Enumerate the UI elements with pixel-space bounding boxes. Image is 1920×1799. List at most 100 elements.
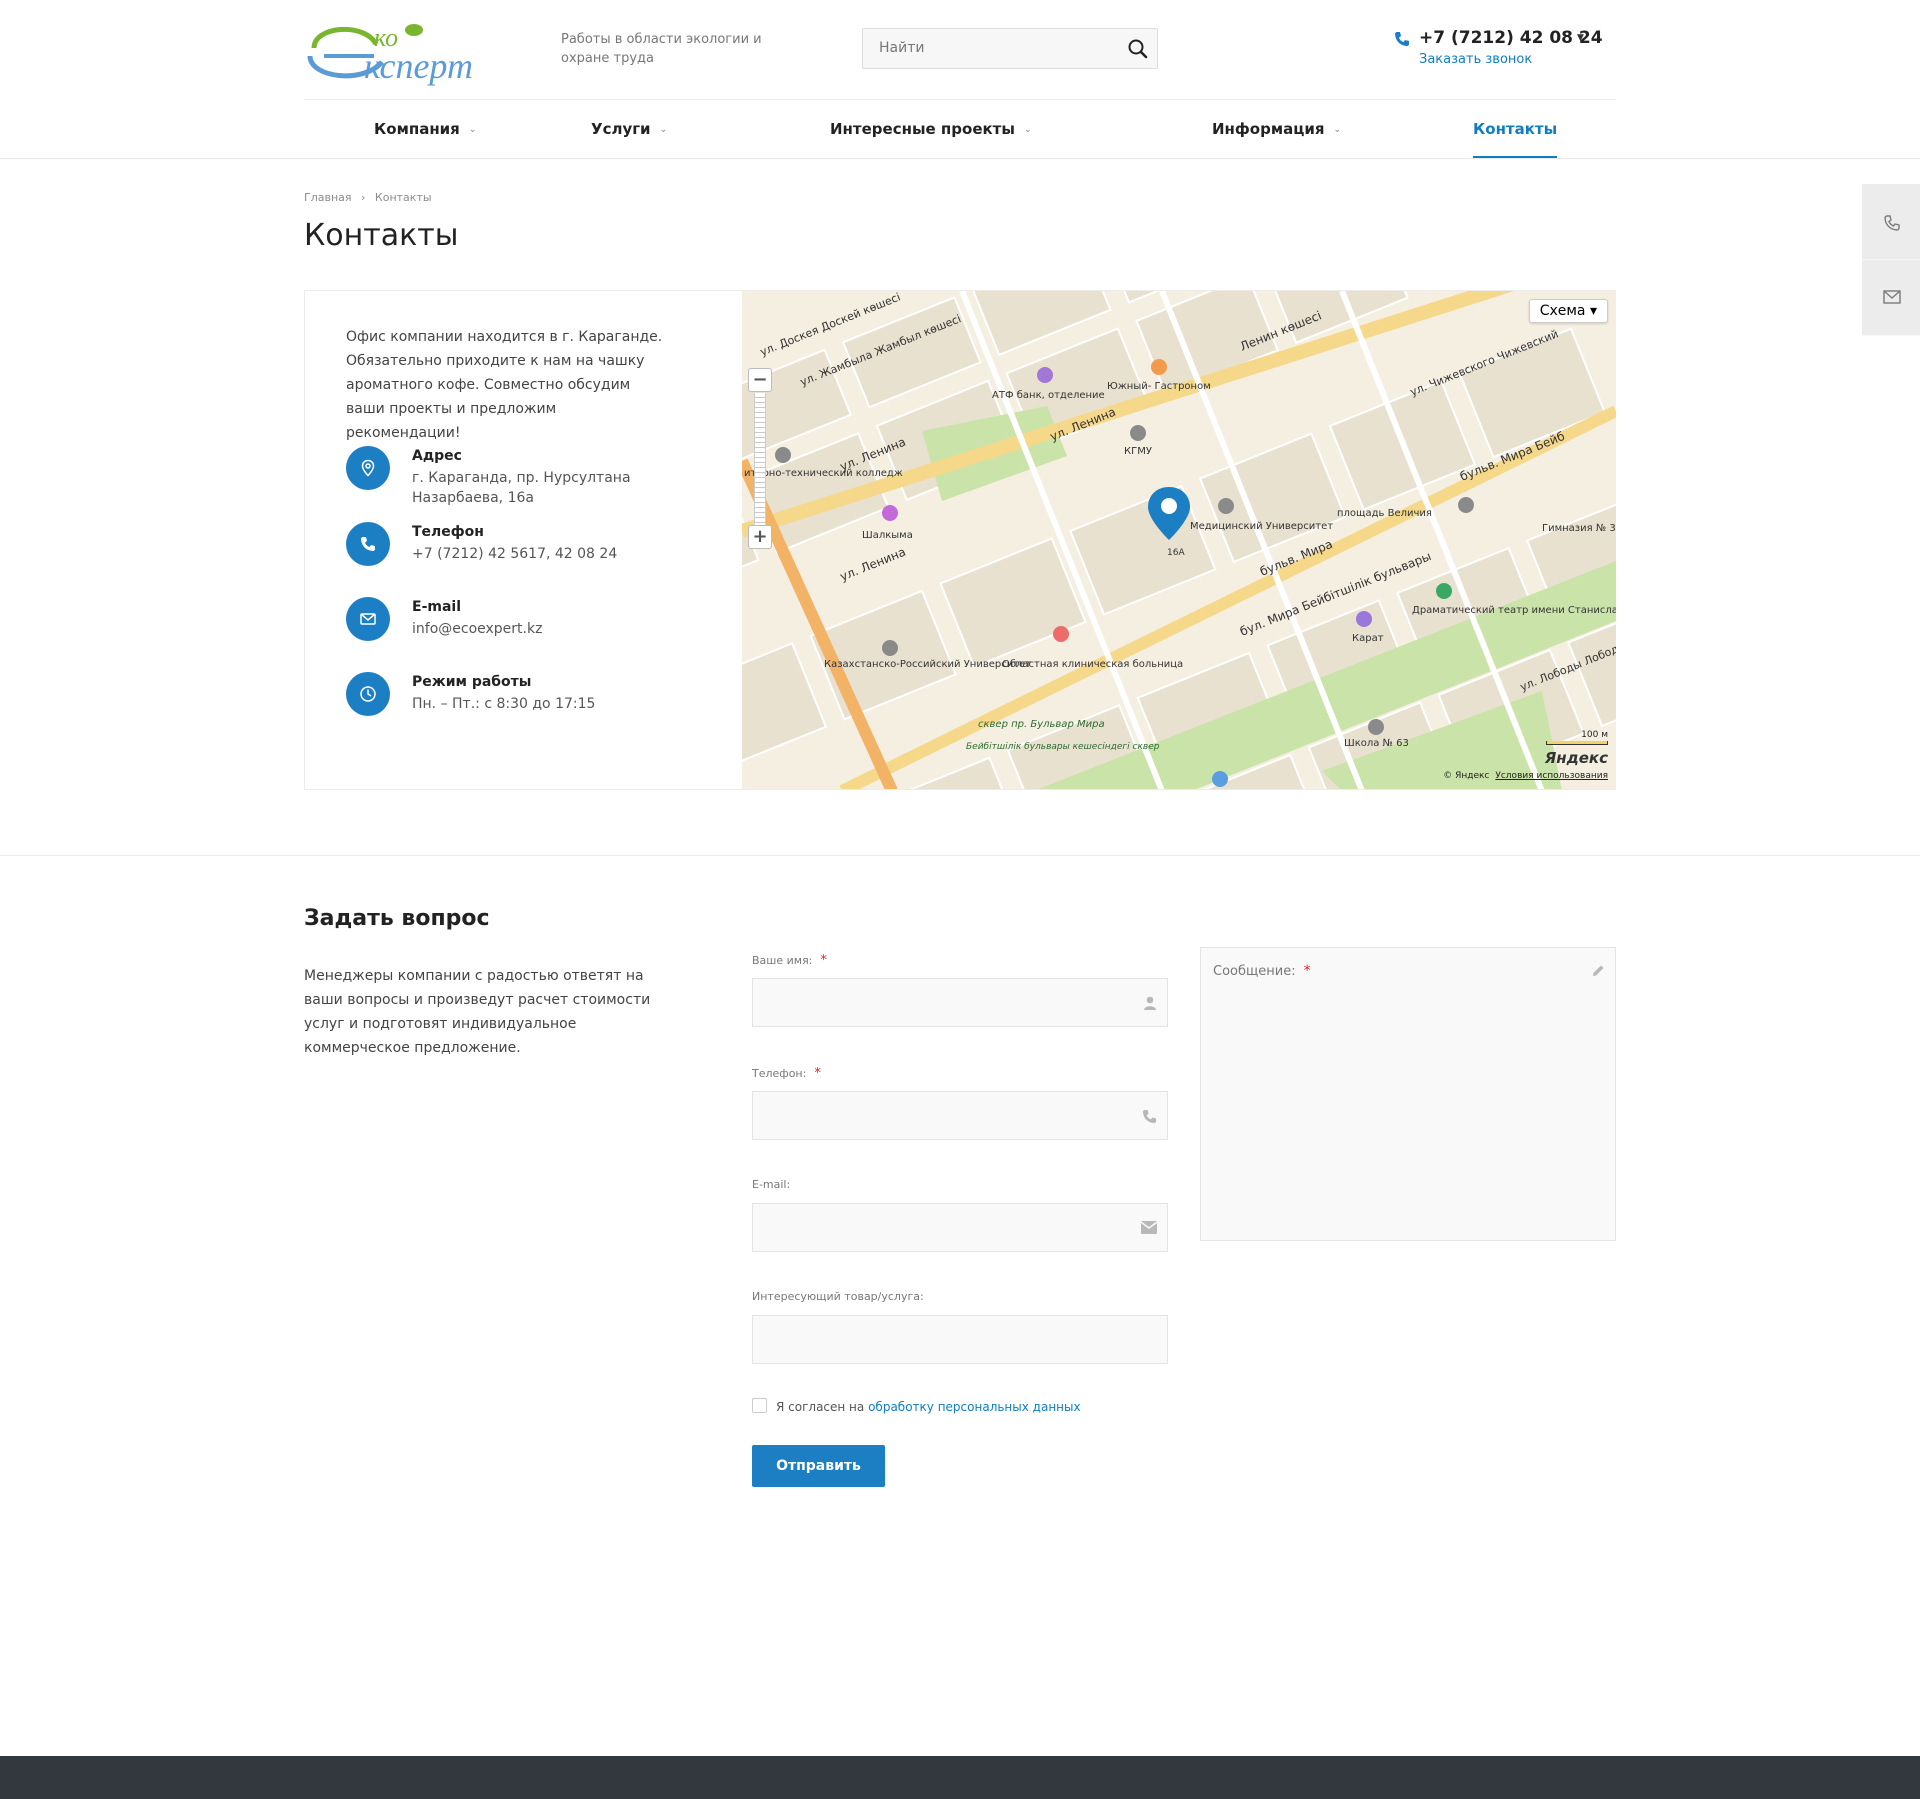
map-copyright: © Яндекс (1443, 771, 1490, 781)
consent-label: Я согласен на обработку персональных дан… (776, 1400, 1081, 1414)
phone-icon (1394, 31, 1410, 47)
search-input[interactable] (877, 39, 1117, 57)
name-field[interactable] (752, 978, 1168, 1027)
mail-icon (1883, 290, 1901, 304)
logo-graphic: ко ксперт (307, 23, 473, 86)
map-poi-label: КГМУ (1124, 446, 1152, 457)
caret-down-icon[interactable]: ▼ (1577, 33, 1584, 43)
submit-button[interactable]: Отправить (752, 1445, 885, 1487)
map-type-label: Схема (1539, 303, 1586, 319)
email-label: E-mail: (752, 1178, 790, 1191)
message-label: Сообщение: * (1213, 963, 1311, 979)
mail-icon (1141, 1221, 1157, 1234)
name-label-text: Ваше имя: (752, 954, 813, 967)
header-tagline: Работы в области экологии и охране труда (561, 32, 762, 66)
service-field[interactable] (752, 1315, 1168, 1364)
phone-icon (346, 522, 390, 566)
contact-value[interactable]: info@ecoexpert.kz (412, 619, 662, 639)
nav-label: Информация (1212, 120, 1325, 138)
chevron-down-icon: ⌄ (1333, 125, 1342, 135)
nav-item-information[interactable]: Информация ⌄ (1212, 100, 1341, 158)
required-mark: * (814, 1066, 821, 1081)
map-poi-label: сквер пр. Бульвар Мира (978, 719, 1105, 730)
side-callback-button[interactable] (1862, 184, 1920, 260)
logo[interactable]: ко ксперт (304, 18, 504, 88)
yandex-logo[interactable]: Яндекс (1545, 749, 1608, 767)
breadcrumb-separator-icon: › (361, 191, 366, 204)
map-poi-label: Гимназия № 3 (1542, 523, 1616, 534)
map-poi-label: Бейбітшілік бульвары кешесіндегі сквер (966, 742, 1160, 752)
nav-divider (0, 158, 1920, 159)
section-divider (0, 855, 1920, 856)
map-poi-label: Южный- Гастроном (1107, 381, 1211, 392)
breadcrumb-home[interactable]: Главная (304, 191, 352, 204)
contact-value: г. Караганда, пр. Нурсултана Назарбаева,… (412, 470, 631, 506)
map-poi-label: АТФ банк, отделение (992, 390, 1105, 401)
map-type-button[interactable]: Схема ▾ (1528, 299, 1608, 323)
footer (0, 1756, 1920, 1799)
phone-input[interactable] (753, 1092, 1167, 1139)
nav-item-projects[interactable]: Интересные проекты ⌄ (830, 100, 1031, 158)
contact-title: Телефон (412, 524, 484, 540)
ask-description: Менеджеры компании с радостью ответят на… (304, 968, 651, 1056)
nav-item-company[interactable]: Компания ⌄ (374, 100, 476, 158)
chevron-down-icon: ⌄ (1023, 125, 1032, 135)
page-title: Контакты (304, 218, 459, 253)
name-input[interactable] (753, 979, 1167, 1026)
callback-link[interactable]: Заказать звонок (1419, 52, 1532, 67)
required-mark: * (1303, 963, 1311, 979)
breadcrumb: Главная › Контакты (304, 191, 438, 204)
email-input[interactable] (753, 1204, 1167, 1251)
search-box[interactable] (862, 28, 1158, 69)
search-icon[interactable] (1127, 38, 1149, 60)
location-icon (346, 446, 390, 490)
nav-item-contacts[interactable]: Контакты (1473, 100, 1558, 158)
map-pin-label: 16A (1167, 548, 1185, 558)
email-label-text: E-mail: (752, 1178, 791, 1191)
phone-number[interactable]: +7 (7212) 42 08 24 (1419, 28, 1603, 48)
map-scale-label: 100 м (1581, 730, 1608, 740)
map[interactable]: ул. Ленина ул. Ленина ул. Ленина бульв. … (742, 290, 1616, 790)
map-poi-label: площадь Величия (1337, 508, 1432, 519)
map-canvas[interactable]: ул. Ленина ул. Ленина ул. Ленина бульв. … (742, 291, 1616, 790)
consent-link[interactable]: обработку персональных данных (868, 1400, 1081, 1414)
email-field[interactable] (752, 1203, 1168, 1252)
contact-value: Пн. – Пт.: с 8:30 до 17:15 (412, 696, 596, 712)
map-poi-label: Казахстанско-Российский Университет (824, 659, 1031, 670)
chevron-down-icon: ⌄ (659, 125, 668, 135)
zoom-slider[interactable] (754, 393, 766, 525)
service-label: Интересующий товар/услуга: (752, 1290, 924, 1303)
message-label-text: Сообщение: (1213, 964, 1296, 979)
map-terms-link[interactable]: Условия использования (1495, 771, 1608, 781)
contact-title: Адрес (412, 448, 462, 464)
message-field[interactable]: Сообщение: * (1200, 947, 1616, 1241)
map-poi-label: Школа № 63 (1344, 738, 1409, 749)
clock-icon (346, 672, 390, 716)
map-poi-label: Медицинский Университет (1190, 521, 1333, 532)
map-poi-label: Драматический театр имени Станиславского (1412, 605, 1616, 616)
consent-checkbox[interactable] (752, 1398, 767, 1413)
nav-item-services[interactable]: Услуги ⌄ (591, 100, 667, 158)
service-label-text: Интересующий товар/услуга: (752, 1290, 924, 1303)
phone-icon (1884, 215, 1900, 231)
pencil-icon (1593, 965, 1604, 976)
map-poi-label: итарно-технический колледж (744, 468, 903, 479)
zoom-in-button[interactable]: + (748, 525, 772, 549)
phone-label: Телефон: * (752, 1066, 821, 1081)
service-input[interactable] (753, 1316, 1167, 1363)
side-email-button[interactable] (1862, 260, 1920, 336)
name-label: Ваше имя: * (752, 953, 827, 968)
office-description: Офис компании находится в г. Караганде. … (346, 329, 663, 441)
contact-title: Режим работы (412, 674, 532, 690)
consent-text: Я согласен на (776, 1400, 865, 1414)
nav-label: Интересные проекты (830, 120, 1015, 138)
phone-field[interactable] (752, 1091, 1168, 1140)
map-poi-label: Карат (1352, 633, 1384, 644)
zoom-out-button[interactable]: − (748, 368, 772, 392)
chevron-down-icon: ⌄ (468, 125, 477, 135)
nav-label: Услуги (591, 120, 651, 138)
map-scale: 100 м (1546, 730, 1608, 745)
main-nav: Компания ⌄ Услуги ⌄ Интересные проекты ⌄ Ин… (304, 100, 1616, 158)
required-mark: * (820, 953, 827, 968)
nav-label: Компания (374, 120, 460, 138)
